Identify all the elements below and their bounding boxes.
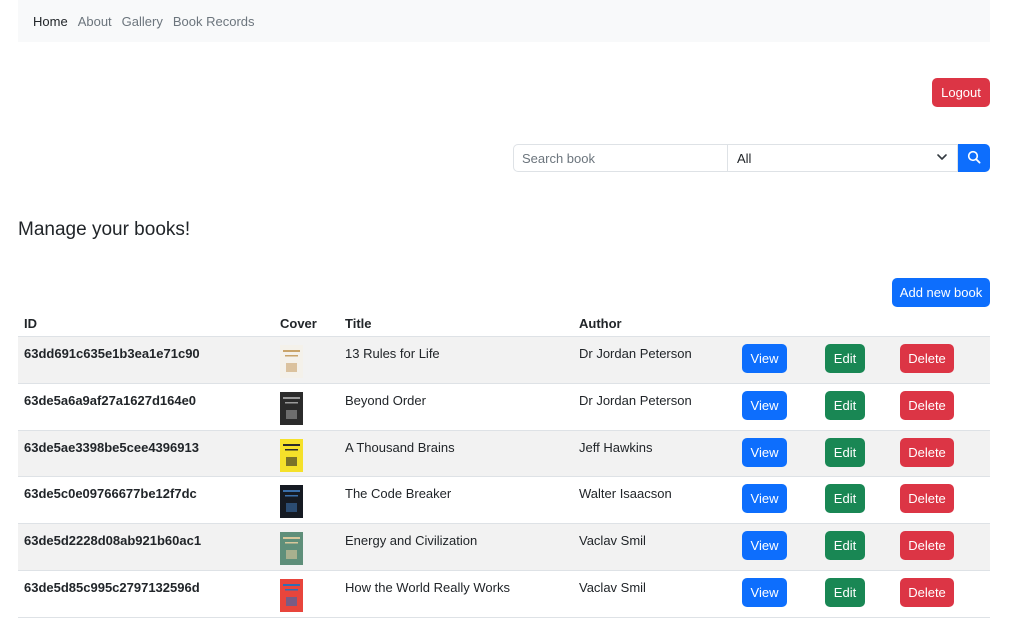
view-button[interactable]: View [742, 531, 787, 561]
table-row: 63de5ae3398be5cee4396913 A Thousand Brain… [18, 430, 990, 478]
edit-button[interactable]: Edit [825, 531, 865, 561]
book-id: 63de5ae3398be5cee4396913 [24, 439, 199, 455]
nav-book-records-link[interactable]: Book Records [173, 14, 255, 29]
column-header-author: Author [579, 316, 622, 331]
delete-button[interactable]: Delete [900, 344, 954, 373]
books-table: ID Cover Title Author 63dd691c635e1b3ea1… [18, 312, 990, 618]
column-header-cover: Cover [280, 316, 317, 331]
book-author: Dr Jordan Peterson [579, 392, 692, 408]
book-author: Walter Isaacson [579, 486, 672, 502]
top-navbar: Home About Gallery Book Records [18, 0, 990, 42]
delete-button[interactable]: Delete [900, 577, 954, 607]
book-title: Energy and Civilization [345, 533, 478, 549]
edit-button[interactable]: Edit [825, 437, 865, 467]
search-button[interactable] [958, 144, 990, 172]
book-id: 63dd691c635e1b3ea1e71c90 [24, 346, 200, 361]
book-id: 63de5d2228d08ab921b60ac1 [24, 533, 202, 549]
page-title: Manage your books! [18, 219, 191, 240]
add-new-book-button[interactable]: Add new book [892, 278, 990, 307]
table-row: 63de5a6a9af27a1627d164e0 Beyond Order Dr J… [18, 384, 990, 431]
table-row: 63de5c0e09766677be12f7dc The Code Breaker… [18, 477, 990, 525]
table-row: 63de5d85c995c2797132596d How the World Re… [18, 571, 990, 618]
book-id: 63de5d85c995c2797132596d [24, 579, 200, 595]
chevron-down-icon [936, 151, 948, 166]
search-icon [967, 150, 981, 167]
book-author: Vaclav Smil [579, 533, 646, 549]
edit-button[interactable]: Edit [825, 344, 865, 373]
delete-button[interactable]: Delete [900, 390, 954, 420]
column-header-id: ID [24, 316, 37, 331]
view-button[interactable]: View [742, 437, 787, 467]
table-row: 63dd691c635e1b3ea1e71c90 13 Rules for Lif… [18, 337, 990, 384]
edit-button[interactable]: Edit [825, 577, 865, 607]
nav-home-link[interactable]: Home [33, 14, 68, 29]
book-author: Dr Jordan Peterson [579, 346, 692, 361]
book-cover-image [280, 532, 303, 566]
delete-button[interactable]: Delete [900, 437, 954, 467]
book-author: Jeff Hawkins [579, 439, 653, 455]
logout-button[interactable]: Logout [932, 78, 990, 107]
search-filter-select[interactable]: All [727, 144, 958, 172]
table-body: 63dd691c635e1b3ea1e71c90 13 Rules for Lif… [18, 337, 990, 618]
book-cover-image [280, 391, 303, 425]
view-button[interactable]: View [742, 344, 787, 373]
book-title: How the World Really Works [345, 579, 510, 595]
edit-button[interactable]: Edit [825, 390, 865, 420]
nav-gallery-link[interactable]: Gallery [122, 14, 163, 29]
book-author: Vaclav Smil [579, 579, 646, 595]
book-cover-image [280, 438, 303, 472]
column-header-title: Title [345, 316, 372, 331]
edit-button[interactable]: Edit [825, 484, 865, 514]
table-row: 63de5d2228d08ab921b60ac1 Energy and Civil… [18, 524, 990, 571]
book-title: The Code Breaker [345, 486, 452, 502]
view-button[interactable]: View [742, 390, 787, 420]
book-title: A Thousand Brains [345, 439, 455, 455]
view-button[interactable]: View [742, 577, 787, 607]
book-title: 13 Rules for Life [345, 346, 440, 361]
book-cover-image [280, 578, 303, 612]
search-filter-value: All [737, 150, 752, 166]
book-cover-image [280, 485, 303, 519]
book-cover-image [280, 345, 303, 378]
book-id: 63de5a6a9af27a1627d164e0 [24, 392, 197, 408]
nav-about-link[interactable]: About [78, 14, 112, 29]
book-id: 63de5c0e09766677be12f7dc [24, 486, 197, 502]
search-bar: All [513, 144, 990, 172]
book-title: Beyond Order [345, 392, 426, 408]
delete-button[interactable]: Delete [900, 484, 954, 514]
table-header: ID Cover Title Author [18, 312, 990, 337]
search-input[interactable] [513, 144, 727, 172]
view-button[interactable]: View [742, 484, 787, 514]
delete-button[interactable]: Delete [900, 531, 954, 561]
